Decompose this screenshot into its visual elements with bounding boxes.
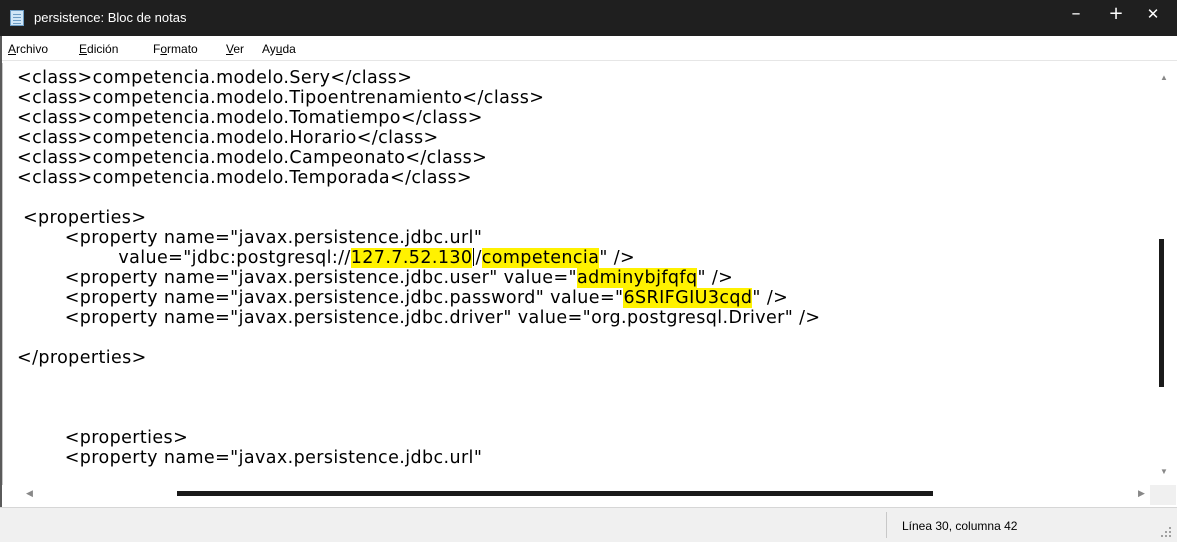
url-suffix: " /> xyxy=(599,248,636,268)
minimize-button[interactable]: – xyxy=(1057,0,1095,30)
menu-ayuda[interactable]: Ayuda xyxy=(262,42,296,56)
text-line-user: <property name="javax.persistence.jdbc.u… xyxy=(17,268,733,288)
menu-archivo[interactable]: Archivo xyxy=(8,42,48,56)
text-line: <class>competencia.modelo.Tomatiempo</cl… xyxy=(17,108,483,128)
menu-edicion-label: dición xyxy=(87,42,119,56)
text-line: <property name="javax.persistence.jdbc.d… xyxy=(17,308,821,328)
maximize-button[interactable]: + xyxy=(1097,0,1135,30)
text-line: <property name="javax.persistence.jdbc.u… xyxy=(17,228,483,248)
text-line: <class>competencia.modelo.Sery</class> xyxy=(17,68,413,88)
notepad-icon xyxy=(10,10,24,26)
vertical-scroll-thumb[interactable] xyxy=(1159,239,1164,387)
user-prefix: <property name="javax.persistence.jdbc.u… xyxy=(17,268,577,288)
scroll-down-arrow-icon[interactable]: ▼ xyxy=(1160,467,1168,476)
scrollbar-corner xyxy=(1150,485,1176,505)
highlight-user: adminybjfqfq xyxy=(576,268,698,288)
menu-ver-label: er xyxy=(233,42,245,56)
menu-ver[interactable]: Ver xyxy=(226,42,244,56)
text-line: <properties> xyxy=(17,208,147,228)
scroll-left-arrow-icon[interactable]: ◀ xyxy=(26,488,33,499)
password-prefix: <property name="javax.persistence.jdbc.p… xyxy=(17,288,624,308)
text-line-url: value="jdbc:postgresql://127.7.52.130/co… xyxy=(17,248,635,268)
text-editor[interactable]: <class>competencia.modelo.Sery</class> <… xyxy=(2,63,1151,485)
menu-edicion-accel: E xyxy=(79,42,88,56)
horizontal-scroll-thumb[interactable] xyxy=(177,491,933,496)
menu-ayuda-pre: Ay xyxy=(262,42,276,56)
text-line: <class>competencia.modelo.Temporada</cla… xyxy=(17,168,472,188)
menu-archivo-label: rchivo xyxy=(16,42,49,56)
notepad-window: persistence: Bloc de notas – + ✕ Archivo… xyxy=(0,0,1177,542)
highlight-db: competencia xyxy=(481,248,600,268)
text-line-password: <property name="javax.persistence.jdbc.p… xyxy=(17,288,788,308)
text-line: <class>competencia.modelo.Horario</class… xyxy=(17,128,439,148)
text-line: <property name="javax.persistence.jdbc.u… xyxy=(17,448,483,468)
text-line: <class>competencia.modelo.Tipoentrenamie… xyxy=(17,88,545,108)
status-bar: Línea 30, columna 42 xyxy=(0,507,1177,542)
window-title: persistence: Bloc de notas xyxy=(34,10,187,25)
highlight-host: 127.7.52.130 xyxy=(350,248,473,268)
highlight-password: 6SRIFGIU3cqd xyxy=(623,288,753,308)
text-line: <properties> xyxy=(17,428,189,448)
close-button[interactable]: ✕ xyxy=(1134,0,1172,30)
menu-ayuda-label: da xyxy=(282,42,296,56)
menu-formato[interactable]: Formato xyxy=(153,42,198,56)
vertical-scrollbar[interactable]: ▲ ▼ xyxy=(1150,63,1176,485)
scroll-up-arrow-icon[interactable]: ▲ xyxy=(1160,73,1168,82)
menu-edicion[interactable]: Edición xyxy=(79,42,118,56)
user-suffix: " /> xyxy=(697,268,734,288)
resize-grip-icon[interactable] xyxy=(1160,526,1172,538)
title-bar[interactable]: persistence: Bloc de notas – + ✕ xyxy=(0,0,1177,36)
menu-bar: Archivo Edición Formato Ver Ayuda xyxy=(0,38,1177,61)
password-suffix: " /> xyxy=(752,288,789,308)
menu-formato-label: rmato xyxy=(167,42,198,56)
menu-archivo-accel: A xyxy=(8,42,17,56)
horizontal-scrollbar[interactable]: ◀ ▶ xyxy=(2,485,1150,505)
text-line: <class>competencia.modelo.Campeonato</cl… xyxy=(17,148,488,168)
url-slash: / xyxy=(475,248,482,268)
scroll-right-arrow-icon[interactable]: ▶ xyxy=(1138,488,1145,499)
cursor-position: Línea 30, columna 42 xyxy=(902,519,1018,533)
text-line: </properties> xyxy=(17,348,147,368)
url-prefix: value="jdbc:postgresql:// xyxy=(17,248,351,268)
status-divider xyxy=(886,512,887,538)
